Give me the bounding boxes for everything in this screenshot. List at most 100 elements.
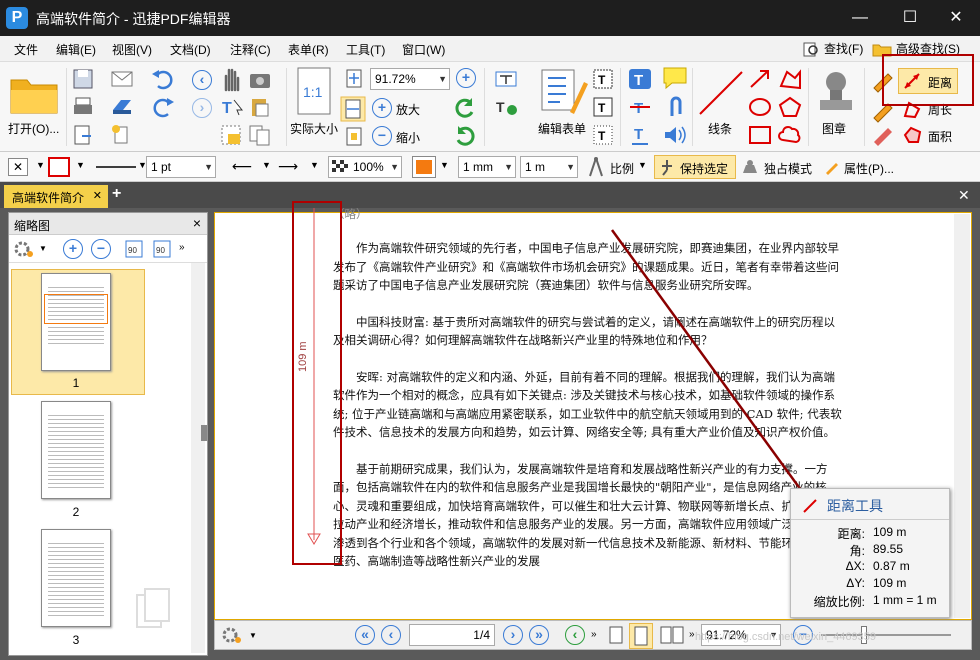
forward-icon[interactable]: › [192, 98, 212, 118]
scale-from-select[interactable]: 1 mm ▼ [458, 156, 516, 178]
menu-window[interactable]: 窗口(W) [402, 41, 445, 58]
zoom-select[interactable]: 91.72% ▼ [370, 68, 450, 90]
arrow-start-icon[interactable]: ⟵ [232, 158, 252, 175]
new-document-icon[interactable] [110, 124, 136, 146]
paste-icon[interactable] [248, 96, 274, 118]
page-thumbnail-1[interactable] [41, 273, 111, 371]
menu-tools[interactable]: 工具(T) [346, 41, 385, 58]
textbox-icon[interactable]: T [592, 68, 614, 90]
next-page-icon[interactable]: › [503, 625, 523, 645]
scale-to-select[interactable]: 1 m ▼ [520, 156, 578, 178]
scale-label[interactable]: 比例 [610, 160, 634, 177]
hand-tool-icon[interactable] [220, 66, 242, 92]
rotate-cw-icon[interactable]: 90 [151, 238, 173, 260]
area-icon[interactable] [902, 125, 922, 145]
sticky-note-icon[interactable] [662, 66, 688, 90]
stamp-label[interactable]: 图章 [822, 120, 846, 137]
select-area-icon[interactable] [220, 124, 246, 146]
zoom-out-icon[interactable]: − [372, 126, 392, 146]
edit-form-label[interactable]: 编辑表单 [538, 120, 586, 137]
arrow-tool-icon[interactable] [748, 68, 772, 90]
back-icon[interactable]: ‹ [192, 70, 212, 90]
new-tab-icon[interactable]: + [112, 185, 121, 203]
scan-icon[interactable] [110, 96, 136, 118]
email-icon[interactable] [110, 68, 136, 90]
underline-icon[interactable]: T [628, 124, 652, 146]
attach-file-icon[interactable] [664, 96, 686, 120]
fit-width-icon[interactable] [340, 96, 366, 122]
chevron-down-icon[interactable]: ▼ [36, 160, 45, 170]
thumb-zoom-in-icon[interactable]: + [63, 239, 83, 259]
area-label[interactable]: 面积 [928, 128, 952, 145]
rotate-right-icon[interactable] [452, 124, 478, 148]
undo-icon[interactable] [150, 68, 176, 90]
page-thumbnail-2[interactable] [41, 401, 111, 499]
panel-close-icon[interactable]: × [193, 215, 201, 231]
lines-label[interactable]: 线条 [708, 120, 732, 137]
thumbnail-scrollbar[interactable] [191, 263, 205, 653]
zoom-in-quick-icon[interactable]: + [456, 68, 476, 88]
gear-icon[interactable] [13, 239, 35, 259]
menu-edit[interactable]: 编辑(E) [56, 41, 96, 58]
export-icon[interactable] [72, 124, 94, 146]
stroke-color-swatch[interactable] [48, 157, 70, 177]
history-back-icon[interactable]: ‹ [565, 625, 585, 645]
open-label[interactable]: 打开(O)... [8, 120, 59, 137]
maximize-button[interactable]: ☐ [890, 6, 930, 30]
stamp-icon[interactable] [816, 68, 856, 118]
page-thumbnail-3[interactable] [41, 529, 111, 627]
line-tool-icon[interactable] [696, 68, 746, 118]
zoom-in-label[interactable]: 放大 [396, 101, 420, 118]
fit-visible-icon[interactable] [344, 126, 364, 146]
more-chevron-icon[interactable]: » [591, 629, 597, 640]
print-icon[interactable] [72, 96, 94, 118]
chevron-down-icon[interactable]: ▼ [76, 160, 85, 170]
strikeout-icon[interactable]: T [628, 96, 652, 118]
menu-document[interactable]: 文档(D) [170, 41, 211, 58]
menu-form[interactable]: 表单(R) [288, 41, 329, 58]
snapshot-icon[interactable] [248, 68, 272, 90]
tab-close-icon[interactable]: ✕ [93, 189, 102, 202]
find-button[interactable]: 查找(F) [802, 40, 863, 57]
form-text-field-icon[interactable] [494, 68, 520, 90]
single-page-icon[interactable] [607, 625, 625, 645]
copy-icon[interactable] [248, 124, 274, 146]
fit-page-icon[interactable] [344, 68, 364, 88]
callout-icon[interactable]: T [592, 96, 614, 118]
actual-size-label[interactable]: 实际大小 [290, 120, 338, 137]
typewriter-icon[interactable]: T [592, 124, 614, 146]
form-add-field-icon[interactable]: T [494, 96, 520, 118]
pentagon-tool-icon[interactable] [778, 96, 802, 118]
menu-file[interactable]: 文件 [14, 41, 38, 58]
rotate-ccw-icon[interactable]: 90 [123, 238, 145, 260]
properties-label[interactable]: 属性(P)... [844, 160, 894, 177]
add-text-icon[interactable]: T [628, 68, 652, 90]
close-button[interactable]: ✕ [936, 6, 976, 30]
sound-icon[interactable] [662, 124, 688, 146]
thumb-zoom-out-icon[interactable]: − [91, 239, 111, 259]
exclusive-mode-label[interactable]: 独占模式 [764, 160, 812, 177]
redo-icon[interactable] [150, 96, 176, 118]
page-number-input[interactable]: 1/4 [409, 624, 495, 646]
last-page-icon[interactable]: » [529, 625, 549, 645]
line-width-select[interactable]: 1 pt ▼ [146, 156, 216, 178]
polygon-line-icon[interactable] [778, 68, 802, 90]
menu-comment[interactable]: 注释(C) [230, 41, 271, 58]
rectangle-tool-icon[interactable] [748, 124, 772, 146]
more-chevron-icon[interactable]: » [689, 629, 695, 640]
panel-splitter-handle[interactable] [201, 425, 207, 441]
minimize-button[interactable]: — [840, 6, 880, 30]
continuous-page-button[interactable] [629, 623, 653, 649]
tab-document[interactable]: 高端软件简介 ✕ [4, 185, 108, 208]
select-text-icon[interactable]: T [220, 96, 246, 118]
edit-form-icon[interactable] [540, 68, 588, 118]
save-icon[interactable] [72, 68, 94, 90]
zoom-in-icon[interactable]: + [372, 98, 392, 118]
document-scrollbar[interactable] [954, 214, 970, 618]
arrow-end-icon[interactable]: ⟶ [278, 158, 298, 175]
prev-page-icon[interactable]: ‹ [381, 625, 401, 645]
rotate-left-icon[interactable] [452, 96, 478, 120]
fill-color-swatch[interactable] [412, 156, 436, 178]
menu-view[interactable]: 视图(V) [112, 41, 152, 58]
open-folder-icon[interactable] [8, 70, 60, 116]
